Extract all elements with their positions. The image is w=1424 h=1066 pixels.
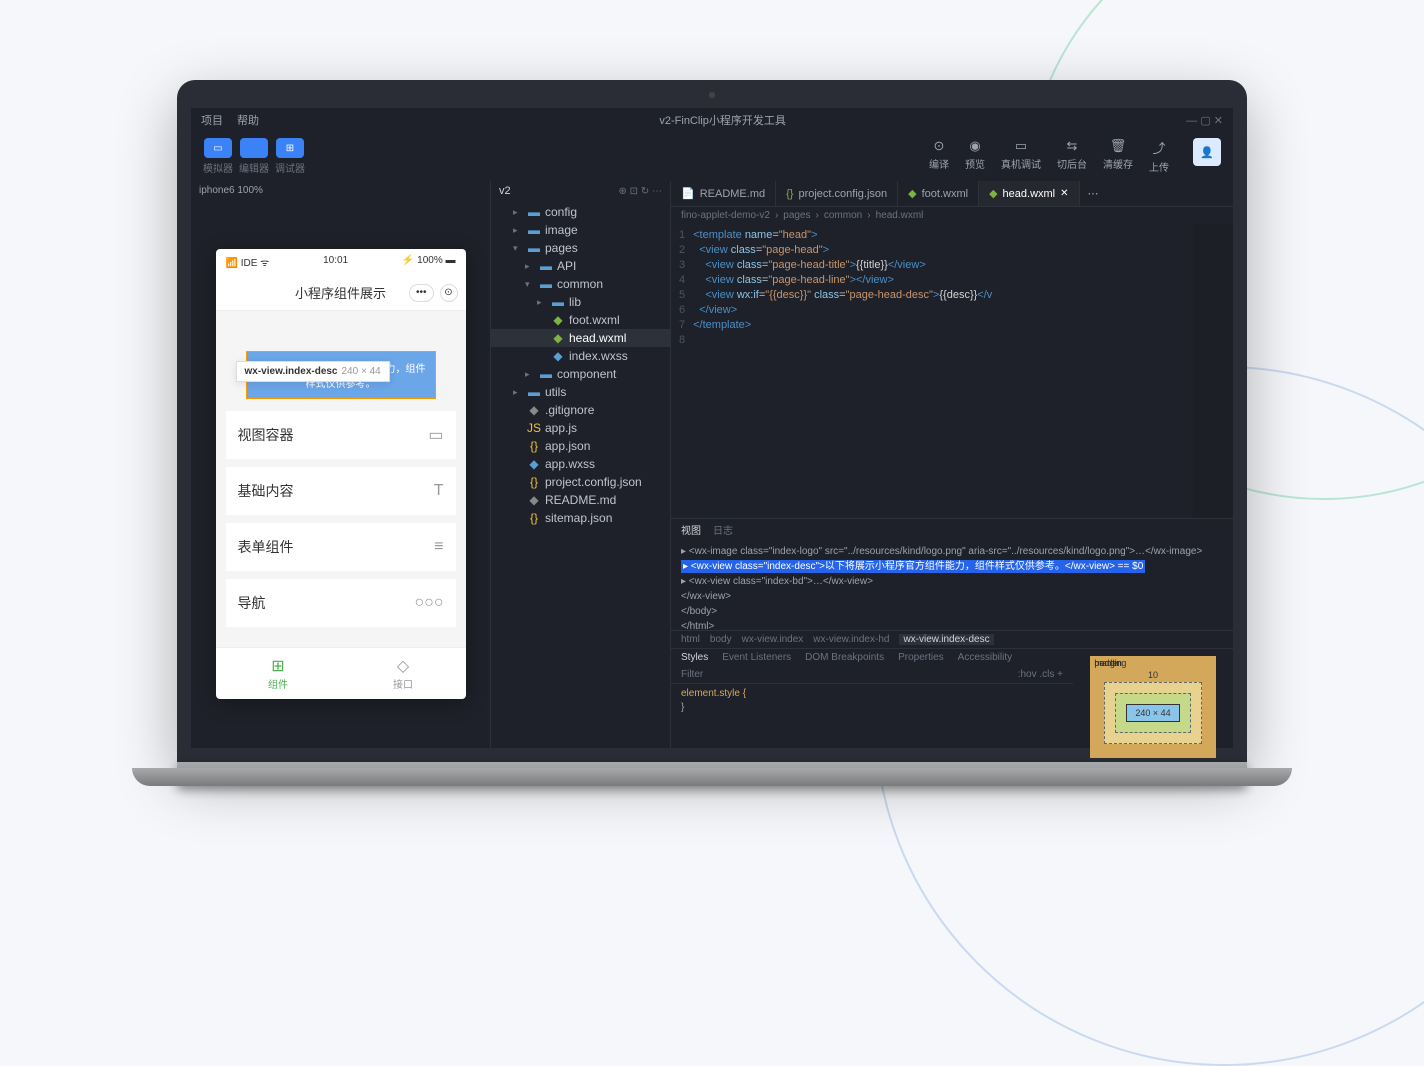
toolbar-button[interactable]: ⊙编译 bbox=[929, 138, 949, 171]
ide-window: 项目帮助 v2-FinClip小程序开发工具 — ▢ ✕ ▭模拟器编辑器⊞调试器… bbox=[191, 108, 1233, 748]
list-item[interactable]: 基础内容T bbox=[226, 467, 456, 515]
file-explorer: v2 ⊕ ⊡ ↻ ⋯ ▸▬config▸▬image▾▬pages▸▬API▾▬… bbox=[491, 181, 671, 748]
more-button[interactable]: ••• bbox=[409, 284, 434, 302]
tree-item[interactable]: ◆index.wxss bbox=[491, 347, 670, 365]
status-time: 10:01 bbox=[323, 255, 348, 269]
dom-path-item[interactable]: body bbox=[710, 634, 732, 645]
dom-node[interactable]: ▸ <wx-image class="index-logo" src="../r… bbox=[681, 544, 1223, 559]
tree-item[interactable]: ◆README.md bbox=[491, 491, 670, 509]
toolbar-button[interactable]: ⤴上传 bbox=[1149, 138, 1169, 174]
tabs-more[interactable]: ⋯ bbox=[1080, 181, 1107, 206]
tree-item[interactable]: ▸▬config bbox=[491, 203, 670, 221]
laptop-frame: 项目帮助 v2-FinClip小程序开发工具 — ▢ ✕ ▭模拟器编辑器⊞调试器… bbox=[177, 80, 1247, 786]
tree-item[interactable]: {}project.config.json bbox=[491, 473, 670, 491]
editor-tab[interactable]: {}project.config.json bbox=[776, 181, 898, 206]
tree-item[interactable]: ▸▬component bbox=[491, 365, 670, 383]
tree-item[interactable]: ▾▬common bbox=[491, 275, 670, 293]
code-line[interactable] bbox=[693, 333, 1193, 348]
dom-path-item[interactable]: wx-view.index-hd bbox=[813, 634, 889, 645]
code-line[interactable]: <view wx:if="{{desc}}" class="page-head-… bbox=[693, 288, 1193, 303]
status-left: 📶 IDE ᯤ bbox=[226, 255, 270, 269]
styles-tab[interactable]: Event Listeners bbox=[722, 652, 791, 663]
minimap[interactable] bbox=[1193, 224, 1233, 518]
dom-path-item[interactable]: wx-view.index-desc bbox=[899, 634, 993, 645]
code-line[interactable]: <template name="head"> bbox=[693, 228, 1193, 243]
code-line[interactable]: <view class="page-head-line"></view> bbox=[693, 273, 1193, 288]
inspector-tooltip: wx-view.index-desc240 × 44 bbox=[236, 361, 390, 382]
code-line[interactable]: <view class="page-head-title">{{title}}<… bbox=[693, 258, 1193, 273]
dom-node[interactable]: ▸ <wx-view class="index-desc">以下将展示小程序官方… bbox=[681, 559, 1223, 574]
tree-item[interactable]: ▸▬utils bbox=[491, 383, 670, 401]
app-title: 小程序组件展示 bbox=[295, 283, 386, 302]
breadcrumb-item[interactable]: common bbox=[824, 210, 862, 221]
devtools-tab[interactable]: 日志 bbox=[713, 522, 733, 537]
code-line[interactable]: </template> bbox=[693, 318, 1193, 333]
tree-item[interactable]: ▾▬pages bbox=[491, 239, 670, 257]
tree-item[interactable]: ▸▬image bbox=[491, 221, 670, 239]
filter-input[interactable]: Filter bbox=[681, 669, 703, 680]
filter-options[interactable]: :hov .cls + bbox=[1018, 669, 1063, 680]
toolbar-button[interactable]: 编辑器 bbox=[239, 138, 269, 175]
toolbar-button[interactable]: ⇆切后台 bbox=[1057, 138, 1087, 171]
dom-path-item[interactable]: wx-view.index bbox=[742, 634, 804, 645]
toolbar-button[interactable]: ◉预览 bbox=[965, 138, 985, 171]
menubar: 项目帮助 v2-FinClip小程序开发工具 — ▢ ✕ bbox=[191, 108, 1233, 132]
tree-item[interactable]: ◆.gitignore bbox=[491, 401, 670, 419]
explorer-root: v2 bbox=[499, 185, 511, 197]
box-model: margin 10 border padding 240 × 44 bbox=[1073, 666, 1233, 748]
breadcrumb-item[interactable]: head.wxml bbox=[876, 210, 924, 221]
close-button[interactable]: ⊙ bbox=[440, 284, 458, 302]
breadcrumb-item[interactable]: pages bbox=[783, 210, 810, 221]
toolbar-button[interactable]: ▭模拟器 bbox=[203, 138, 233, 175]
dom-node[interactable]: </wx-view> bbox=[681, 589, 1223, 604]
dom-node[interactable]: </body> bbox=[681, 604, 1223, 619]
code-line[interactable]: </view> bbox=[693, 303, 1193, 318]
toolbar-button[interactable]: 🗑清缓存 bbox=[1103, 138, 1133, 171]
styles-tab[interactable]: DOM Breakpoints bbox=[805, 652, 884, 663]
tab-item[interactable]: ⊞组件 bbox=[216, 648, 341, 699]
tab-item[interactable]: ◇接口 bbox=[341, 648, 466, 699]
menu-item[interactable]: 帮助 bbox=[237, 112, 259, 128]
css-rule[interactable]: </span><div class="css-selector">.index-… bbox=[671, 718, 1073, 724]
tree-item[interactable]: ◆head.wxml bbox=[491, 329, 670, 347]
device-label: iphone6 100% bbox=[191, 181, 490, 200]
styles-tab[interactable]: Accessibility bbox=[958, 652, 1012, 663]
list-item[interactable]: 表单组件≡ bbox=[226, 523, 456, 571]
editor-tab[interactable]: 📄README.md bbox=[671, 181, 776, 206]
toolbar: ▭模拟器编辑器⊞调试器 ⊙编译 ◉预览 ▭真机调试 ⇆切后台 🗑清缓存 ⤴上传 👤 bbox=[191, 132, 1233, 181]
dom-node[interactable]: </html> bbox=[681, 619, 1223, 630]
window-controls[interactable]: — ▢ ✕ bbox=[1186, 114, 1223, 127]
tree-item[interactable]: JSapp.js bbox=[491, 419, 670, 437]
tree-item[interactable]: ◆foot.wxml bbox=[491, 311, 670, 329]
tree-item[interactable]: ▸▬API bbox=[491, 257, 670, 275]
devtools: 视图日志 ▸ <wx-image class="index-logo" src=… bbox=[671, 518, 1233, 748]
tree-item[interactable]: {}sitemap.json bbox=[491, 509, 670, 527]
menu-item[interactable]: 项目 bbox=[201, 112, 223, 128]
toolbar-button[interactable]: ▭真机调试 bbox=[1001, 138, 1041, 171]
dom-node[interactable]: ▸ <wx-view class="index-bd">…</wx-view> bbox=[681, 574, 1223, 589]
tree-item[interactable]: ▸▬lib bbox=[491, 293, 670, 311]
toolbar-button[interactable]: ⊞调试器 bbox=[275, 138, 305, 175]
devtools-tab[interactable]: 视图 bbox=[681, 522, 701, 537]
breadcrumb-item[interactable]: fino-applet-demo-v2 bbox=[681, 210, 770, 221]
phone-preview: 📶 IDE ᯤ 10:01 ⚡ 100% ▬ 小程序组件展示 ••• ⊙ bbox=[216, 249, 466, 699]
styles-tab[interactable]: Styles bbox=[681, 652, 708, 663]
explorer-actions[interactable]: ⊕ ⊡ ↻ ⋯ bbox=[619, 186, 662, 197]
editor-panel: 📄README.md{}project.config.json◆foot.wxm… bbox=[671, 181, 1233, 748]
list-item[interactable]: 导航○○○ bbox=[226, 579, 456, 627]
avatar[interactable]: 👤 bbox=[1193, 138, 1221, 166]
editor-tab[interactable]: ◆foot.wxml bbox=[898, 181, 979, 206]
editor-tab[interactable]: ◆head.wxml✕ bbox=[979, 181, 1079, 206]
tree-item[interactable]: {}app.json bbox=[491, 437, 670, 455]
dom-path-item[interactable]: html bbox=[681, 634, 700, 645]
code-line[interactable]: <view class="page-head"> bbox=[693, 243, 1193, 258]
list-item[interactable]: 视图容器▭ bbox=[226, 411, 456, 459]
styles-tab[interactable]: Properties bbox=[898, 652, 944, 663]
window-title: v2-FinClip小程序开发工具 bbox=[659, 112, 786, 128]
tree-item[interactable]: ◆app.wxss bbox=[491, 455, 670, 473]
status-right: ⚡ 100% ▬ bbox=[402, 255, 456, 269]
simulator-panel: iphone6 100% 📶 IDE ᯤ 10:01 ⚡ 100% ▬ 小程序组… bbox=[191, 181, 491, 748]
css-rule[interactable]: element.style {} bbox=[671, 684, 1073, 718]
